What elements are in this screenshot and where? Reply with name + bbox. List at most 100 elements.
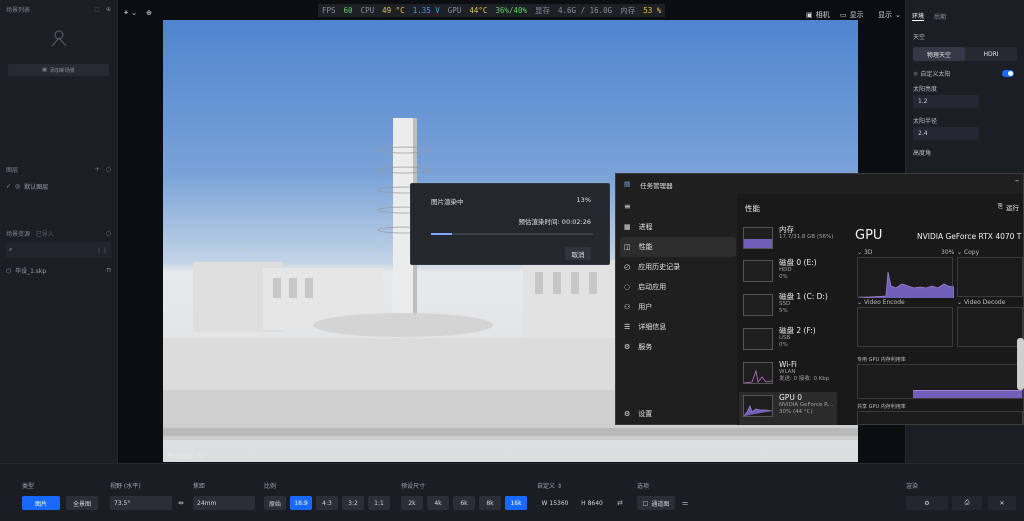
mem-label: 内存 [620,6,636,15]
venc-label: ⌄ Video Encode [857,299,905,306]
preset-8k[interactable]: 8k [479,496,501,510]
lock-icon[interactable]: ⊓ [106,267,111,274]
channel-checkbox[interactable]: □ 通道图 [637,496,675,510]
check-icon[interactable]: ✓ [6,183,11,190]
type-image-button[interactable]: 图片 [22,496,60,510]
hamburger-icon[interactable]: ≡ [624,202,631,211]
close-icon: ✕ [999,499,1005,507]
asset-settings-icon[interactable]: ○ [106,230,111,237]
hdri-option[interactable]: HDRI [965,47,1017,61]
move-speed: 移动速度: 61 [167,452,206,460]
display-menu-button[interactable]: 显示 ⌄ [878,10,901,20]
processes-icon: ▦ [624,223,631,231]
cancel-button[interactable]: 取消 [565,247,591,260]
transform-tool[interactable]: ⚹ ⌄ ⊕ [124,8,152,17]
g3d-text: 3D [863,249,873,256]
sun-radius-input[interactable]: 2.4 [913,127,979,140]
ratio-1-1[interactable]: 1:1 [368,496,390,510]
tm-nav-startup[interactable]: ◌ 启动应用 [616,277,736,297]
camera-label: 相机 [815,11,830,19]
tab-post[interactable]: 后期 [934,12,946,21]
minimize-button[interactable]: – [1015,176,1019,185]
add-icon[interactable]: ⊕ [106,6,111,13]
nav-label: 详细信息 [638,323,667,331]
ratio-original[interactable]: 原始 [264,496,286,510]
focal-input[interactable]: 24mm [193,496,255,510]
sun-brightness-label: 太阳亮度 [913,86,938,93]
eye-icon[interactable]: ◎ [15,183,20,190]
imported-tab[interactable]: 已导入 [36,231,54,238]
run-task-button[interactable]: ⎘ 运行 [998,202,1019,212]
tm-nav-performance[interactable]: ◫ 性能 [620,237,736,257]
gpu-copy-graph [957,257,1023,297]
preset-2k[interactable]: 2k [401,496,423,510]
width-input[interactable]: W 15360 [537,496,573,510]
close-button[interactable]: ✕ [988,496,1016,510]
tab-environment[interactable]: 环境 [912,11,925,21]
render-label: 渲染 [906,483,919,490]
preset-16k[interactable]: 16k [505,496,527,510]
render-output-button[interactable]: ⎙ [952,496,982,510]
import-icon[interactable]: ⬚ [94,6,100,13]
custom-sun-toggle[interactable] [1002,70,1014,77]
venc-text: Video Encode [863,299,905,306]
tm-nav-processes[interactable]: ▦ 进程 [616,217,736,237]
fov-link-icon[interactable]: ⇹ [178,499,184,507]
type-pano-button[interactable]: 全景图 [66,496,98,510]
sort-icon[interactable]: ⇕ [557,483,562,490]
ratio-16-9[interactable]: 16:9 [290,496,312,510]
scrollbar-thumb[interactable] [1017,338,1024,390]
tm-nav-details[interactable]: ☰ 详细信息 [616,317,736,337]
globe-icon[interactable]: ⊕ [146,9,152,17]
physical-sky-option[interactable]: 物理天空 [913,47,965,61]
assets-title[interactable]: 场景资源 [6,231,30,238]
disk0-sparkline [743,260,773,282]
perf-item-disk0[interactable]: 磁盘 0 (E:) HDD 0% [739,257,837,289]
gpu-temp: 44°C [469,6,488,15]
nav-label: 进程 [638,223,653,231]
perf-item-memory[interactable]: 内存 17.7/31.8 GB (56%) [739,224,837,256]
tm-performance-pane: 性能 ⎘ 运行 内存 17.7/31.8 GB (56%) 磁盘 0 (E:) HDD… [737,194,1023,425]
g3d-label: ⌄ 3D [857,249,873,256]
grid-view-icon[interactable]: ⋮⋮ [96,247,108,254]
custom-label: 自定义 ⇕ [537,481,562,490]
sun-brightness-input[interactable]: 1.2 [913,95,979,108]
channel-settings-icon[interactable]: ⚌ [682,499,688,507]
perf-stats-bar: FPS 60 CPU 49 °C 1.35 V GPU 44°C 36%/40%… [318,4,666,17]
copy-text: Copy [963,249,980,256]
tm-nav-users[interactable]: ⚇ 用户 [616,297,736,317]
perf-item-disk1[interactable]: 磁盘 1 (C: D:) SSD 5% [739,291,837,323]
perf-item-gpu[interactable]: GPU 0 NVIDIA GeForce R... 30% (44 °C) [739,392,837,425]
tm-nav-settings[interactable]: ⚙ 设置 [616,404,736,424]
camera-button[interactable]: ▣ 相机 [806,10,830,20]
perf-item-wifi[interactable]: Wi-Fi WLAN 发送: 0 接收: 0 Kbp [739,359,837,391]
height-input[interactable]: H 8640 [576,496,608,510]
asset-item[interactable]: ⬡ 毕设_1.skp ⊓ [0,262,117,278]
display-button[interactable]: ▭ 显示 [840,10,864,20]
asset-search-input[interactable]: ⌕ ⋮⋮ [6,242,111,258]
asset-name: 毕设_1.skp [15,267,47,275]
preset-4k[interactable]: 4k [427,496,449,510]
perf-item-disk2[interactable]: 磁盘 2 (F:) USB 0% [739,325,837,357]
add-layer-icon[interactable]: + [95,166,100,173]
add-scene-button[interactable]: ▣ 添加新场景 [8,64,109,76]
shared-label: 共享 GPU 内存利用率 [857,404,906,410]
dedicated-mem-graph [857,364,1023,399]
vdec-graph [957,307,1023,347]
item-name: 磁盘 1 (C: D:) [779,292,828,301]
swap-icon[interactable]: ⇄ [617,499,623,507]
layer-row-default[interactable]: ✓ ◎ 默认图层 [0,178,117,194]
tm-nav-services[interactable]: ⚙ 服务 [616,337,736,357]
tm-nav-app-history[interactable]: ◴ 应用历史记录 [616,257,736,277]
dialog-eta: 预估渲染时间: 00:02:26 [518,218,591,226]
copy-label: ⌄ Copy [957,249,980,256]
preset-6k[interactable]: 6k [453,496,475,510]
nav-label: 用户 [638,303,653,311]
details-icon: ☰ [624,323,631,331]
layer-settings-icon[interactable]: ○ [106,166,111,173]
fov-input[interactable]: 73.5° [110,496,172,510]
ratio-4-3[interactable]: 4:3 [316,496,338,510]
search-icon: ⌕ [9,246,13,253]
render-settings-button[interactable]: ⚙ [906,496,948,510]
ratio-3-2[interactable]: 3:2 [342,496,364,510]
